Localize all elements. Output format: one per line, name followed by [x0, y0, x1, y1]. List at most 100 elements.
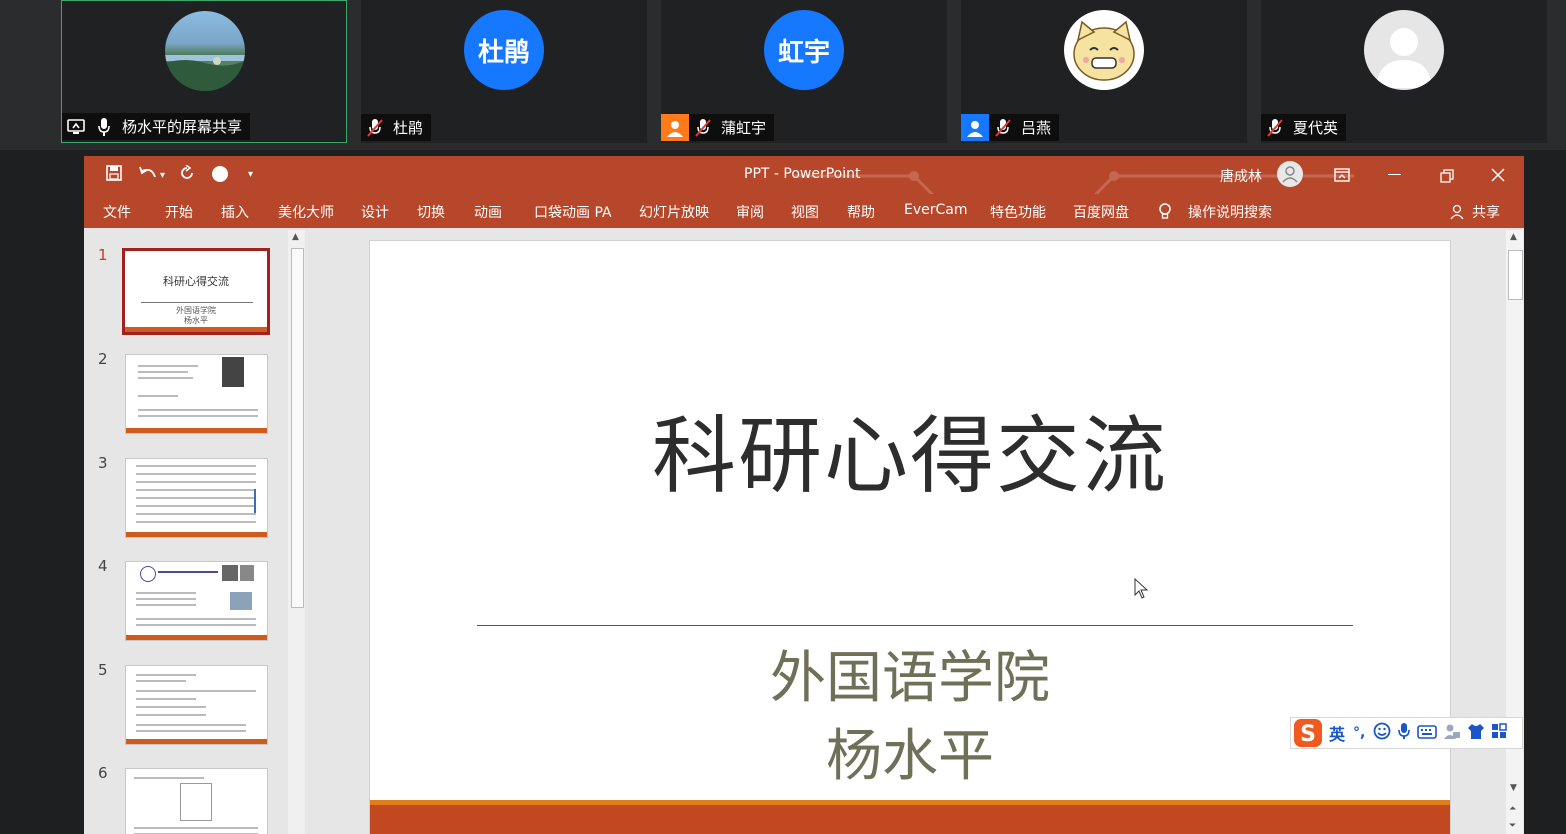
thumbnails-scrollbar[interactable]: ▲ — [288, 230, 305, 834]
muted-microphone-icon[interactable] — [989, 114, 1017, 141]
microphone-icon[interactable] — [90, 113, 118, 140]
sogou-logo-icon[interactable]: S — [1293, 718, 1323, 748]
save-icon[interactable] — [106, 165, 122, 186]
slide-subtitle-author[interactable]: 杨水平 — [370, 711, 1450, 792]
participant-name: 杜鹃 — [393, 119, 424, 137]
slide-thumbnail-2[interactable] — [125, 354, 268, 434]
current-slide[interactable]: 科研心得交流 外国语学院 杨水平 — [369, 240, 1451, 834]
lightbulb-icon — [1158, 202, 1172, 224]
slide-number: 3 — [98, 454, 108, 472]
slide-thumbnails-panel: 1 科研心得交流 外国语学院 杨水平 2 3 4 5 6 ▲ — [84, 228, 306, 834]
redo-icon[interactable] — [179, 164, 195, 186]
tab-review[interactable]: 审阅 — [736, 202, 764, 222]
university-logo-icon — [140, 566, 156, 582]
share-button[interactable]: 共享 — [1472, 202, 1500, 222]
cartoon-cat-icon — [1073, 20, 1135, 81]
participant-tile-puhongyu[interactable]: 虹宇 蒲虹宇 — [661, 0, 947, 143]
tell-me-search[interactable]: 操作说明搜索 — [1188, 202, 1272, 222]
tab-insert[interactable]: 插入 — [221, 202, 249, 222]
punctuation-toggle[interactable]: °, — [1353, 725, 1365, 741]
thumbnail-title: 科研心得交流 — [163, 275, 229, 288]
toolbox-grid-icon[interactable] — [1491, 723, 1508, 743]
tab-animations[interactable]: 动画 — [474, 202, 502, 222]
user-avatar-icon[interactable] — [1277, 161, 1303, 187]
tab-file[interactable]: 文件 — [103, 202, 131, 222]
thumbnail-rule — [141, 302, 253, 303]
muted-microphone-icon[interactable] — [689, 114, 717, 141]
skin-shirt-icon[interactable] — [1467, 722, 1485, 744]
thumbnail-photo — [222, 357, 244, 387]
slide-number: 1 — [98, 246, 108, 264]
slide-divider-line — [477, 625, 1353, 626]
tab-beautify-master[interactable]: 美化大师 — [278, 202, 334, 222]
scrollbar-thumb[interactable] — [291, 248, 304, 608]
scrollbar-thumb[interactable] — [1508, 250, 1523, 300]
slide-number: 2 — [98, 350, 108, 368]
thumbnail-subtitle: 杨水平 — [184, 316, 208, 325]
tab-view[interactable]: 视图 — [791, 202, 819, 222]
participant-nameplate: 杜鹃 — [361, 114, 432, 141]
window-title: PPT - PowerPoint — [744, 166, 861, 182]
slide-thumbnail-3[interactable] — [125, 458, 268, 538]
tab-help[interactable]: 帮助 — [847, 202, 875, 222]
thumbnail-bottom-bar — [126, 635, 267, 640]
restore-icon[interactable] — [1440, 168, 1454, 187]
participant-nameplate: 夏代英 — [1261, 114, 1347, 141]
tab-pocket-animation[interactable]: 口袋动画 PA — [534, 202, 612, 222]
tab-slide-show[interactable]: 幻灯片放映 — [639, 202, 709, 222]
slide-thumbnail-5[interactable] — [125, 665, 268, 745]
slide-title[interactable]: 科研心得交流 — [370, 389, 1450, 510]
avatar — [1364, 10, 1444, 90]
voice-input-icon[interactable] — [1397, 722, 1411, 744]
default-user-icon — [1376, 28, 1432, 88]
tab-home[interactable]: 开始 — [165, 202, 193, 222]
slide-number: 5 — [98, 661, 108, 679]
slide-thumbnail-6[interactable] — [125, 768, 268, 834]
person-icon — [961, 114, 989, 141]
slide-subtitle-school[interactable]: 外国语学院 — [370, 633, 1450, 714]
undo-dropdown-icon[interactable]: ▾ — [160, 170, 165, 181]
landscape-photo-icon — [165, 55, 245, 91]
participant-tile-dujuan[interactable]: 杜鹃 杜鹃 — [361, 0, 647, 143]
ime-mode-toggle[interactable]: 英 — [1329, 721, 1345, 745]
next-slide-icon[interactable]: ⏷ — [1509, 821, 1516, 831]
keyboard-icon[interactable] — [1417, 724, 1438, 743]
user-account-icon[interactable] — [1443, 722, 1461, 744]
scroll-up-icon[interactable]: ▲ — [292, 232, 299, 242]
participant-name: 蒲虹宇 — [721, 119, 767, 137]
slide-thumbnail-1[interactable]: 科研心得交流 外国语学院 杨水平 — [122, 248, 270, 335]
customize-toolbar-icon[interactable]: ▾ — [248, 169, 253, 180]
participant-tile-xiadaiying[interactable]: 夏代英 — [1261, 0, 1547, 143]
tab-baidu-netdisk[interactable]: 百度网盘 — [1073, 202, 1129, 222]
title-bar: ▾ ▾ PPT - PowerPoint 唐成林 — [84, 156, 1524, 221]
minimize-icon[interactable] — [1388, 174, 1401, 175]
user-name[interactable]: 唐成林 — [1220, 166, 1262, 186]
participant-name: 夏代英 — [1293, 119, 1339, 137]
thumbnail-bottom-bar — [125, 327, 267, 332]
scroll-down-icon[interactable]: ▼ — [1510, 783, 1517, 793]
slide-thumbnail-4[interactable] — [125, 561, 268, 641]
participant-name: 杨水平的屏幕共享 — [122, 118, 243, 136]
tab-special-features[interactable]: 特色功能 — [990, 202, 1046, 222]
tab-transitions[interactable]: 切换 — [417, 202, 445, 222]
share-person-icon[interactable] — [1450, 204, 1466, 224]
participant-tile-lvyan[interactable]: 吕燕 — [961, 0, 1247, 143]
previous-slide-icon[interactable]: ⏶ — [1509, 804, 1516, 814]
muted-microphone-icon[interactable] — [1261, 114, 1289, 141]
undo-icon[interactable] — [138, 165, 158, 186]
slide-number: 6 — [98, 764, 108, 782]
ribbon-display-options-icon[interactable] — [1334, 167, 1350, 186]
screen-share-icon — [62, 113, 90, 140]
participant-nameplate: 杨水平的屏幕共享 — [62, 113, 251, 140]
avatar — [1064, 10, 1144, 90]
participant-tile-screen-share[interactable]: 杨水平的屏幕共享 — [61, 0, 347, 143]
muted-microphone-icon[interactable] — [361, 114, 389, 141]
slide-number: 4 — [98, 557, 108, 575]
record-icon[interactable] — [211, 165, 229, 188]
mouse-cursor-icon — [1134, 578, 1149, 599]
emoji-icon[interactable] — [1373, 722, 1391, 744]
close-icon[interactable] — [1491, 167, 1505, 186]
tab-evercam[interactable]: EverCam — [904, 202, 968, 218]
scroll-up-icon[interactable]: ▲ — [1510, 232, 1517, 242]
tab-design[interactable]: 设计 — [361, 202, 389, 222]
